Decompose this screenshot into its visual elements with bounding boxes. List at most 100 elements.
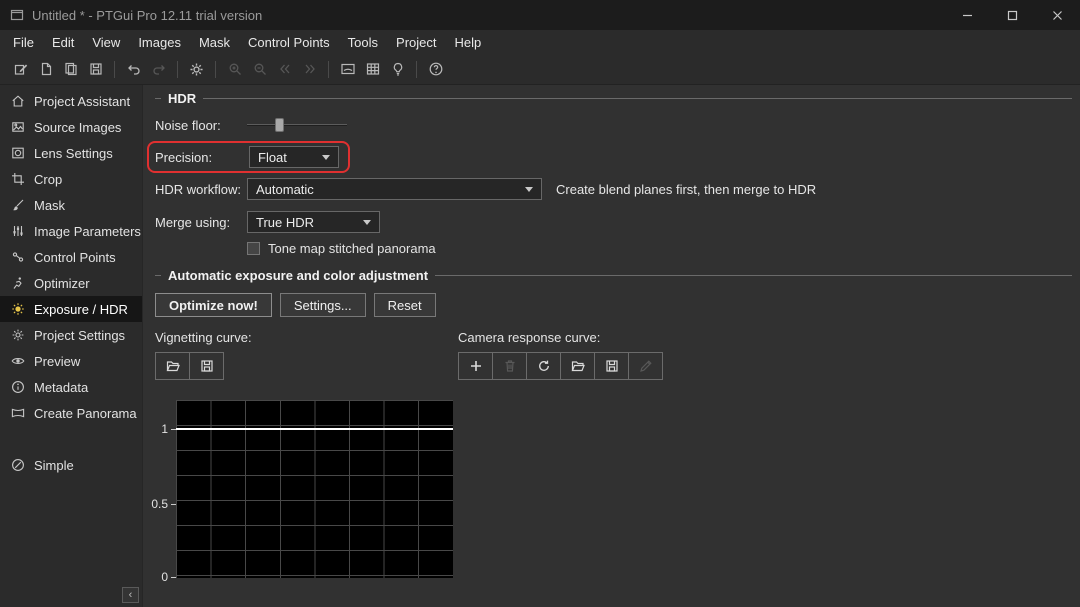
- sidebar-item-label: Image Parameters: [34, 223, 141, 239]
- edit-icon: [14, 64, 27, 75]
- exposure-hdr-panel: HDR Noise floor: Precision: Float HDR wo…: [143, 85, 1080, 607]
- camera-response-delete-button[interactable]: [492, 352, 527, 380]
- zoom-out-button[interactable]: [247, 57, 272, 82]
- next-image-button[interactable]: [297, 57, 322, 82]
- sidebar-item-label: Metadata: [34, 379, 89, 395]
- sidebar-item-mask[interactable]: Mask: [0, 192, 142, 218]
- menu-item-project[interactable]: Project: [387, 32, 445, 53]
- redo-button[interactable]: [146, 57, 171, 82]
- minimize-button[interactable]: [945, 0, 990, 30]
- panorama-editor-button[interactable]: [335, 57, 360, 82]
- crop-icon: [11, 172, 25, 186]
- sidebar-item-image-parameters[interactable]: Image Parameters: [0, 218, 142, 244]
- menu-item-file[interactable]: File: [4, 32, 43, 53]
- gear-icon: [190, 62, 203, 76]
- pencil-icon: [639, 360, 652, 372]
- camera-response-add-button[interactable]: [458, 352, 493, 380]
- sidebar-item-label: Simple: [34, 457, 74, 473]
- lens-icon: [11, 146, 25, 160]
- new-page-icon: [41, 62, 51, 76]
- new-page-button[interactable]: [33, 57, 58, 82]
- sliders-icon: [11, 224, 25, 238]
- sidebar-item-label: Optimizer: [34, 275, 90, 291]
- zoom-out-icon: [254, 63, 266, 75]
- menu-item-mask[interactable]: Mask: [190, 32, 239, 53]
- y-axis-tick-label: 0: [161, 570, 168, 584]
- tone-map-checkbox[interactable]: [247, 241, 260, 255]
- sidebar-item-project-settings[interactable]: Project Settings: [0, 322, 142, 348]
- sidebar-item-optimizer[interactable]: Optimizer: [0, 270, 142, 296]
- toolbar: [0, 54, 1080, 85]
- close-button[interactable]: [1035, 0, 1080, 30]
- edit-button[interactable]: [8, 57, 33, 82]
- save-icon: [89, 63, 102, 75]
- sidebar-item-control-points[interactable]: Control Points: [0, 244, 142, 270]
- sidebar-item-crop[interactable]: Crop: [0, 166, 142, 192]
- hdr-workflow-dropdown[interactable]: Automatic: [247, 178, 542, 200]
- vignetting-curve-label: Vignetting curve:: [155, 330, 252, 345]
- menu-item-view[interactable]: View: [83, 32, 129, 53]
- menu-item-edit[interactable]: Edit: [43, 32, 83, 53]
- noise-floor-slider[interactable]: [247, 117, 347, 133]
- sidebar: Project Assistant Source Images Lens Set…: [0, 85, 143, 607]
- auto-adjust-section-title: Automatic exposure and color adjustment: [168, 268, 429, 283]
- section-line: [435, 275, 1072, 276]
- app-window: Untitled * - PTGui Pro 12.11 trial versi…: [0, 0, 1080, 607]
- hdr-workflow-label: HDR workflow:: [155, 181, 241, 197]
- vignetting-column: Vignetting curve:: [155, 330, 458, 380]
- lightbulb-button[interactable]: [385, 57, 410, 82]
- vignetting-save-button[interactable]: [189, 352, 224, 380]
- sidebar-item-source-images[interactable]: Source Images: [0, 114, 142, 140]
- save-icon: [200, 360, 213, 372]
- hdr-section-title: HDR: [168, 91, 197, 106]
- sidebar-item-project-assistant[interactable]: Project Assistant: [0, 88, 142, 114]
- copy-pages-button[interactable]: [58, 57, 83, 82]
- menu-item-tools[interactable]: Tools: [339, 32, 387, 53]
- camera-response-buttons: [458, 352, 663, 380]
- undo-icon: [127, 65, 140, 75]
- vignetting-curve-chart: 1 0.5 0: [151, 400, 453, 584]
- settings-gear-button[interactable]: [184, 57, 209, 82]
- vignetting-open-button[interactable]: [155, 352, 190, 380]
- maximize-button[interactable]: [990, 0, 1035, 30]
- help-button[interactable]: [423, 57, 448, 82]
- sidebar-collapse-button[interactable]: ‹: [122, 587, 139, 603]
- sidebar-item-label: Crop: [34, 171, 63, 187]
- menu-item-control-points[interactable]: Control Points: [239, 32, 339, 53]
- merge-using-dropdown[interactable]: True HDR: [247, 211, 380, 233]
- sidebar-item-metadata[interactable]: Metadata: [0, 374, 142, 400]
- sidebar-item-label: Source Images: [34, 119, 122, 135]
- camera-response-open-button[interactable]: [560, 352, 595, 380]
- sidebar-item-label: Preview: [34, 353, 81, 369]
- curves-section: Vignetting curve: Camera response curve:: [155, 330, 1072, 380]
- detail-grid-button[interactable]: [360, 57, 385, 82]
- camera-response-edit-button[interactable]: [628, 352, 663, 380]
- settings-button[interactable]: Settings...: [279, 293, 366, 317]
- sidebar-item-label: Lens Settings: [34, 145, 113, 161]
- sidebar-item-exposure-hdr[interactable]: Exposure / HDR: [0, 296, 142, 322]
- sidebar-item-preview[interactable]: Preview: [0, 348, 142, 374]
- slider-thumb[interactable]: [275, 118, 284, 132]
- sidebar-item-lens-settings[interactable]: Lens Settings: [0, 140, 142, 166]
- control-points-icon: [11, 250, 25, 264]
- runner-icon: [11, 276, 25, 290]
- sidebar-item-simple[interactable]: Simple: [0, 452, 142, 478]
- image-icon: [11, 120, 25, 134]
- optimize-now-button[interactable]: Optimize now!: [155, 293, 272, 317]
- precision-dropdown[interactable]: Float: [249, 146, 339, 168]
- camera-response-reload-button[interactable]: [526, 352, 561, 380]
- copy-pages-icon: [64, 62, 77, 76]
- curve-line: [176, 428, 453, 430]
- eye-icon: [11, 354, 25, 368]
- reset-button[interactable]: Reset: [373, 293, 436, 317]
- menu-item-help[interactable]: Help: [446, 32, 491, 53]
- undo-button[interactable]: [121, 57, 146, 82]
- panorama-editor-icon: [340, 63, 355, 75]
- sidebar-item-create-panorama[interactable]: Create Panorama: [0, 400, 142, 426]
- toolbar-separator: [416, 60, 417, 78]
- save-button[interactable]: [83, 57, 108, 82]
- previous-image-button[interactable]: [272, 57, 297, 82]
- menu-item-images[interactable]: Images: [129, 32, 190, 53]
- zoom-in-button[interactable]: [222, 57, 247, 82]
- camera-response-save-button[interactable]: [594, 352, 629, 380]
